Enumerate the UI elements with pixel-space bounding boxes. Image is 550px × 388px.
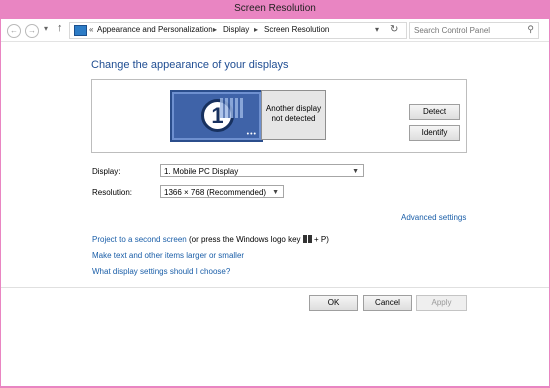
resolution-select[interactable]: 1366 × 768 (Recommended) ▼	[160, 185, 284, 198]
breadcrumb-appearance[interactable]: Appearance and Personalization	[97, 25, 213, 34]
project-line: Project to a second screen (or press the…	[92, 235, 329, 244]
monitor-secondary-text: Another display not detected	[265, 104, 322, 123]
search-icon[interactable]: ⚲	[527, 24, 534, 35]
up-arrow-icon[interactable]: ↑	[57, 22, 63, 34]
recent-pages-icon[interactable]: ▾	[44, 24, 48, 33]
window-title: Screen Resolution	[234, 3, 316, 14]
project-hint-suffix: + P)	[314, 235, 329, 244]
advanced-settings-link[interactable]: Advanced settings	[401, 213, 466, 222]
breadcrumb-screen-resolution[interactable]: Screen Resolution	[264, 25, 329, 34]
forward-icon[interactable]: →	[25, 24, 39, 38]
screen-resolution-window: Screen Resolution ← → ▾ ↑ « Appearance a…	[0, 0, 550, 388]
breadcrumb-display[interactable]: Display	[223, 25, 249, 34]
display-select[interactable]: 1. Mobile PC Display ▼	[160, 164, 364, 177]
address-bar: ← → ▾ ↑ « Appearance and Personalization…	[1, 19, 549, 42]
address-dropdown-icon[interactable]: ▾	[375, 25, 379, 34]
monitor-dots-icon: •••	[246, 131, 257, 138]
window-content: ← → ▾ ↑ « Appearance and Personalization…	[1, 19, 549, 386]
apply-button[interactable]: Apply	[416, 295, 467, 311]
ok-button[interactable]: OK	[309, 295, 358, 311]
text-size-link[interactable]: Make text and other items larger or smal…	[92, 251, 244, 260]
breadcrumb-separator-icon: ▸	[254, 25, 259, 34]
cancel-button[interactable]: Cancel	[363, 295, 412, 311]
chevron-down-icon: ▼	[352, 168, 359, 175]
back-icon[interactable]: ←	[7, 24, 21, 38]
monitor-secondary[interactable]: Another display not detected	[261, 90, 326, 140]
breadcrumb-separator-icon: ▸	[213, 25, 218, 34]
project-hint-prefix: (or press the Windows logo key	[188, 235, 301, 244]
refresh-icon[interactable]: ↻	[390, 24, 398, 35]
monitor-primary[interactable]: 1 •••	[170, 90, 263, 142]
display-select-value: 1. Mobile PC Display	[164, 167, 239, 176]
display-label: Display:	[92, 167, 121, 176]
page-title: Change the appearance of your displays	[91, 59, 289, 71]
breadcrumb-overflow[interactable]: «	[89, 25, 93, 34]
identify-button[interactable]: Identify	[409, 125, 460, 141]
detect-button[interactable]: Detect	[409, 104, 460, 120]
search-field[interactable]: ⚲	[409, 22, 539, 39]
resolution-select-value: 1366 × 768 (Recommended)	[164, 188, 267, 197]
divider	[1, 287, 549, 288]
display-preview-panel: 1 ••• Another display not detected Detec…	[91, 79, 467, 153]
address-field[interactable]: « Appearance and Personalization ▸ Displ…	[69, 22, 407, 39]
control-panel-icon	[74, 25, 87, 36]
chevron-down-icon: ▼	[272, 189, 279, 196]
windows-logo-icon	[302, 235, 312, 243]
resolution-label: Resolution:	[92, 188, 133, 197]
display-help-link[interactable]: What display settings should I choose?	[92, 267, 230, 276]
monitor-grid-icon	[220, 98, 244, 118]
project-second-screen-link[interactable]: Project to a second screen	[92, 235, 187, 244]
search-input[interactable]	[414, 25, 518, 35]
title-bar: Screen Resolution	[0, 0, 550, 19]
